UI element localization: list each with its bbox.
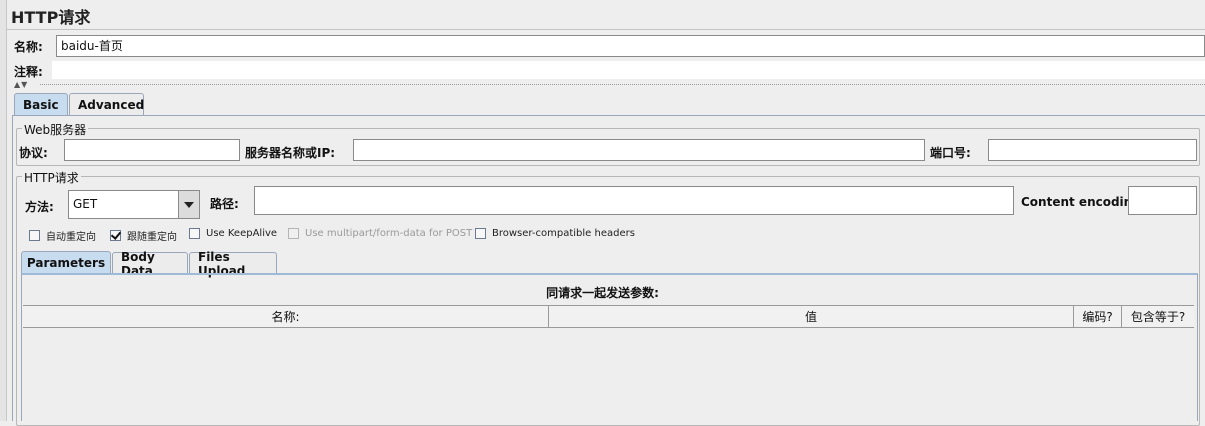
params-table-body[interactable] — [23, 328, 1194, 421]
method-label: 方法: — [25, 200, 54, 214]
keepalive-checkbox[interactable]: Use KeepAlive — [189, 228, 277, 239]
auto-redirect-label: 自动重定向 — [46, 232, 96, 243]
params-table-header: 名称: 值 编码? 包含等于? — [23, 305, 1194, 328]
page-title: HTTP请求 — [11, 8, 91, 27]
column-header-include-equals[interactable]: 包含等于? — [1122, 306, 1194, 327]
column-header-value[interactable]: 值 — [549, 306, 1074, 327]
checkbox-box — [288, 228, 299, 239]
keepalive-label: Use KeepAlive — [206, 228, 278, 239]
splitter-bar[interactable] — [40, 84, 1205, 88]
follow-redirect-checkbox[interactable]: 跟随重定向 — [110, 228, 177, 243]
method-value: GET — [73, 197, 98, 211]
port-label: 端口号: — [930, 146, 971, 160]
method-select[interactable]: GET — [68, 190, 200, 219]
column-header-encode[interactable]: 编码? — [1074, 306, 1122, 327]
left-frame-edge — [0, 0, 7, 421]
browser-headers-checkbox[interactable]: Browser-compatible headers — [475, 228, 635, 239]
server-label: 服务器名称或IP: — [245, 146, 336, 160]
web-server-group-title: Web服务器 — [22, 121, 89, 138]
checkbox-box[interactable] — [110, 229, 122, 241]
multipart-label: Use multipart/form-data for POST — [305, 228, 473, 239]
checkmark-icon — [110, 229, 122, 240]
protocol-field[interactable] — [64, 139, 240, 161]
checkbox-box[interactable] — [29, 230, 40, 241]
tab-basic[interactable]: Basic — [14, 93, 68, 116]
tab-advanced[interactable]: Advanced — [69, 93, 144, 115]
tab-parameters[interactable]: Parameters — [21, 251, 111, 274]
tab-basic-label: Basic — [23, 98, 59, 112]
chevron-down-icon[interactable] — [178, 191, 199, 218]
auto-redirect-checkbox[interactable]: 自动重定向 — [29, 228, 96, 243]
name-field[interactable]: baidu-首页 — [56, 35, 1205, 57]
path-label: 路径: — [210, 197, 239, 211]
multipart-checkbox: Use multipart/form-data for POST — [288, 228, 472, 239]
tab-parameters-label: Parameters — [26, 256, 106, 270]
checkbox-box[interactable] — [475, 228, 486, 239]
port-field[interactable] — [988, 139, 1197, 161]
params-caption: 同请求一起发送参数: — [546, 286, 659, 300]
server-field[interactable] — [353, 139, 925, 161]
http-request-group-title: HTTP请求 — [22, 169, 81, 186]
protocol-label: 协议: — [19, 146, 48, 160]
browser-headers-label: Browser-compatible headers — [492, 228, 635, 239]
tab-body-data[interactable]: Body Data — [112, 250, 188, 278]
column-header-name[interactable]: 名称: — [23, 306, 549, 327]
path-field[interactable] — [254, 186, 1014, 215]
follow-redirect-label: 跟随重定向 — [127, 232, 177, 243]
tab-advanced-label: Advanced — [78, 97, 145, 112]
tab-files-upload[interactable]: Files Upload — [189, 250, 277, 278]
collapse-grip-icon[interactable]: ▲▼ — [14, 80, 28, 89]
encoding-label: Content encoding: — [1021, 195, 1146, 209]
title-divider — [6, 29, 1205, 30]
checkbox-box[interactable] — [189, 228, 200, 239]
name-label: 名称: — [14, 40, 43, 54]
encoding-field[interactable] — [1128, 186, 1197, 215]
comment-label: 注释: — [14, 65, 43, 79]
comment-field[interactable] — [52, 61, 1205, 79]
